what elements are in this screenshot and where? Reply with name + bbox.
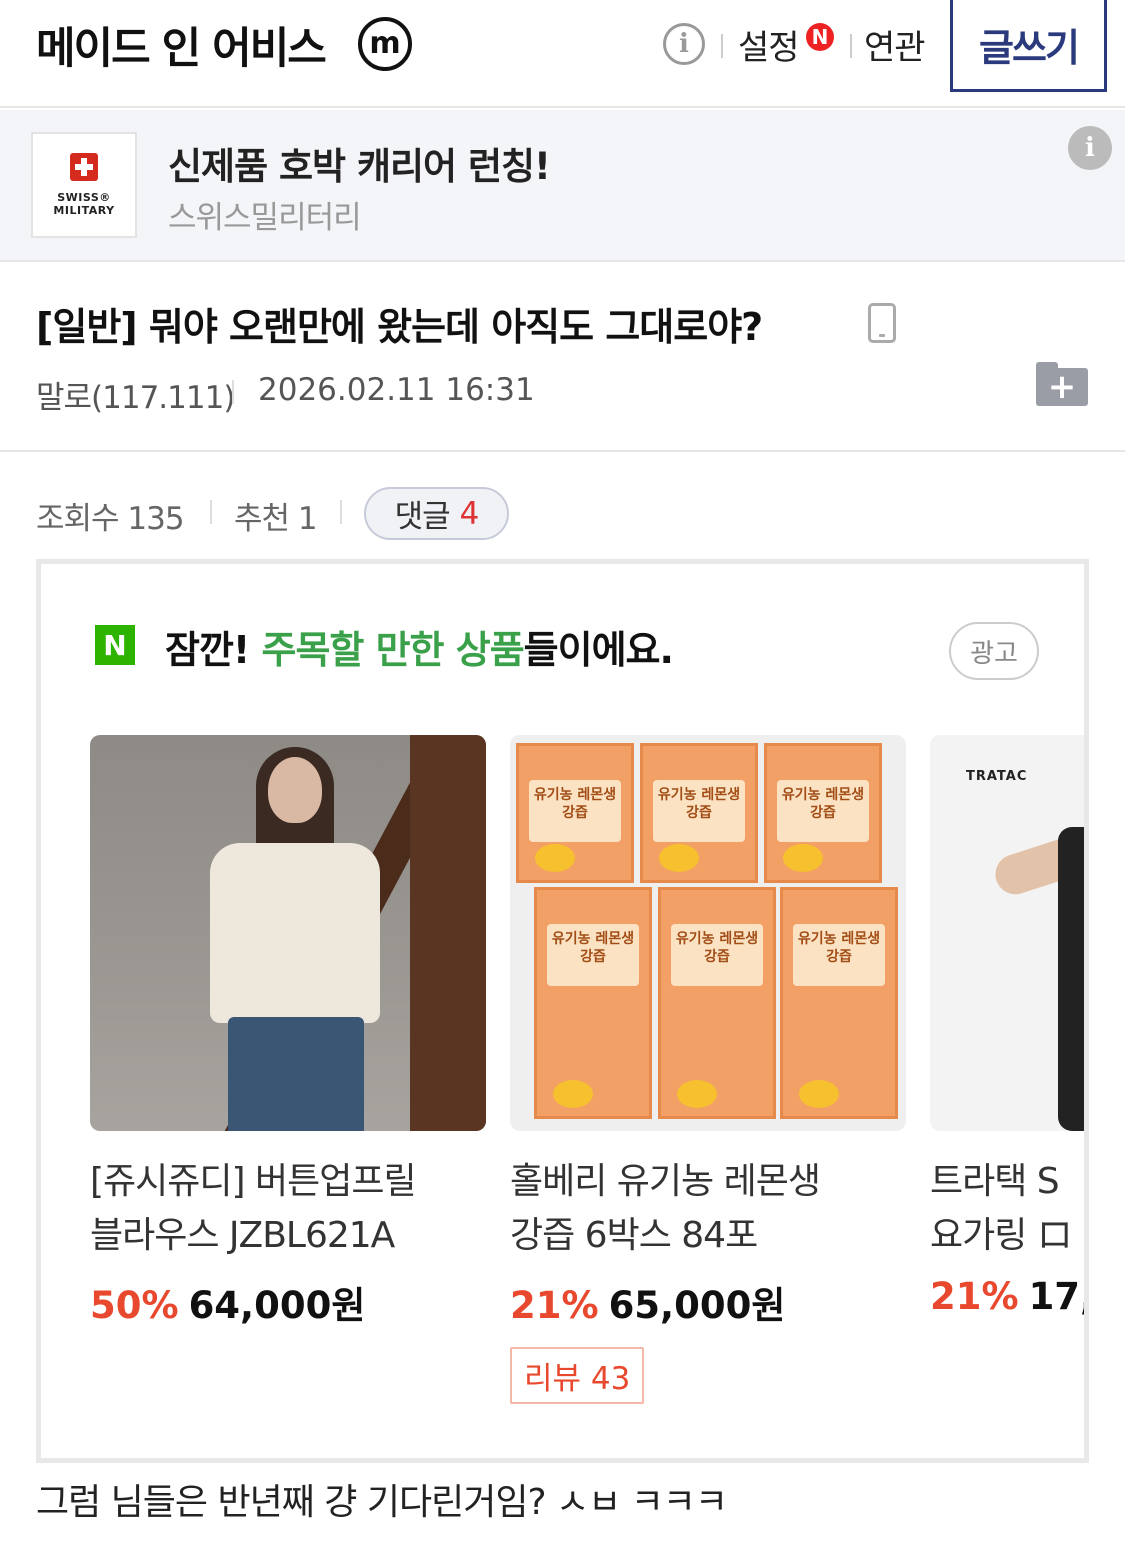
discount-rate: 50% xyxy=(90,1284,179,1327)
related-link[interactable]: 연관 xyxy=(864,20,926,69)
product-name-line1: 트라택 S xyxy=(930,1161,1060,1202)
juice-box: 유기농 레몬생강즙 xyxy=(658,887,776,1119)
promo-title-highlight: 주목할 만한 상품 xyxy=(261,628,524,672)
product-ad-box: N 잠깐! 주목할 만한 상품들이에요. 광고 [쥬시쥬디] 버튼업프릴 블라우… xyxy=(36,559,1089,1463)
product-price: 21% 17, xyxy=(930,1275,1089,1318)
price-value: 17, xyxy=(1028,1275,1089,1318)
gallery-header: 메이드 인 어비스 m i 설정 N 연관 글쓰기 xyxy=(0,0,1125,108)
discount-rate: 21% xyxy=(510,1284,599,1327)
product-name-line2: 요가링 ロ xyxy=(930,1215,1073,1256)
post-title: [일반] 뭐야 오랜만에 왔는데 아직도 그대로야? xyxy=(36,305,763,349)
brand-logo[interactable]: SWISS® MILITARY xyxy=(31,132,137,238)
logo-text-line2: MILITARY xyxy=(53,204,115,217)
lemon-shape xyxy=(799,1080,839,1108)
naver-logo-icon: N xyxy=(95,625,135,665)
post-date: 2026.02.11 16:31 xyxy=(258,372,535,408)
header-separator xyxy=(850,34,852,58)
meta-separator xyxy=(232,380,234,404)
box-label: 유기농 레몬생강즙 xyxy=(547,924,639,986)
box-label: 유기농 레몬생강즙 xyxy=(777,780,869,842)
product-name: 트라택 S 요가링 ロ xyxy=(930,1155,1084,1263)
box-label: 유기농 레몬생강즙 xyxy=(793,924,885,986)
ad-badge[interactable]: 광고 xyxy=(949,622,1039,680)
product-card[interactable]: [쥬시쥬디] 버튼업프릴 블라우스 JZBL621A 50% 64,000원 xyxy=(90,735,486,1329)
comments-count: 4 xyxy=(459,495,480,532)
ad-info-icon[interactable]: i xyxy=(1068,126,1112,170)
product-card[interactable]: TRATAC 트라택 S 요가링 ロ 21% 17, xyxy=(930,735,1089,1318)
ad-advertiser: 스위스밀리터리 xyxy=(168,200,362,236)
wood-panel-decoration xyxy=(410,735,486,1131)
model-face xyxy=(268,757,322,823)
product-name-line2: 강즙 6박스 84포 xyxy=(510,1215,758,1256)
review-count-tag: 리뷰 43 xyxy=(510,1347,645,1404)
lemon-shape xyxy=(553,1080,593,1108)
product-name-line1: 홀베리 유기농 레몬생 xyxy=(510,1161,821,1202)
mobile-icon xyxy=(868,303,896,343)
discount-rate: 21% xyxy=(930,1275,1019,1318)
product-name: 홀베리 유기농 레몬생 강즙 6박스 84포 xyxy=(510,1155,906,1263)
lemon-shape xyxy=(535,844,575,872)
product-name: [쥬시쥬디] 버튼업프릴 블라우스 JZBL621A xyxy=(90,1155,486,1263)
juice-box: 유기농 레몬생강즙 xyxy=(640,743,758,883)
gallery-title[interactable]: 메이드 인 어비스 xyxy=(36,14,327,76)
model-torso xyxy=(1058,827,1084,1131)
promo-title-prefix: 잠깐! xyxy=(165,628,262,672)
price-value: 64,000원 xyxy=(188,1284,366,1327)
add-folder-button[interactable]: + xyxy=(1036,362,1088,406)
box-label: 유기농 레몬생강즙 xyxy=(653,780,745,842)
write-button[interactable]: 글쓰기 xyxy=(950,0,1107,92)
promo-title-suffix: 들이에요. xyxy=(523,628,674,672)
post-author[interactable]: 말로(117.111) xyxy=(36,372,235,417)
view-count: 조회수 135 xyxy=(36,501,185,537)
blouse-shape xyxy=(210,843,380,1023)
lemon-shape xyxy=(659,844,699,872)
product-name-line2: 블라우스 JZBL621A xyxy=(90,1215,395,1256)
product-image[interactable]: TRATAC xyxy=(930,735,1084,1131)
swiss-cross-icon xyxy=(70,153,98,181)
folder-plus-icon: + xyxy=(1036,368,1088,406)
lemon-shape xyxy=(677,1080,717,1108)
jeans-shape xyxy=(228,1017,364,1131)
product-price: 21% 65,000원 xyxy=(510,1275,906,1329)
lemon-shape xyxy=(783,844,823,872)
ad-title[interactable]: 신제품 호박 캐리어 런칭! xyxy=(168,136,551,190)
stat-separator xyxy=(340,500,342,524)
juice-box: 유기농 레몬생강즙 xyxy=(516,743,634,883)
divider xyxy=(0,450,1125,452)
price-value: 65,000원 xyxy=(608,1284,786,1327)
header-separator xyxy=(721,34,723,58)
comments-button[interactable]: 댓글 4 xyxy=(364,487,509,540)
product-image[interactable]: 유기농 레몬생강즙 유기농 레몬생강즙 유기농 레몬생강즙 유기농 레몬생강즙 … xyxy=(510,735,906,1131)
logo-text-line1: SWISS® xyxy=(57,191,111,204)
product-name-line1: [쥬시쥬디] 버튼업프릴 xyxy=(90,1161,417,1202)
juice-box: 유기농 레몬생강즙 xyxy=(764,743,882,883)
promo-title: 잠깐! 주목할 만한 상품들이에요. xyxy=(165,619,674,674)
tratac-logo: TRATAC xyxy=(966,769,1028,784)
product-card[interactable]: 유기농 레몬생강즙 유기농 레몬생강즙 유기농 레몬생강즙 유기농 레몬생강즙 … xyxy=(510,735,906,1404)
juice-box: 유기농 레몬생강즙 xyxy=(534,887,652,1119)
juice-box: 유기농 레몬생강즙 xyxy=(780,887,898,1119)
box-label: 유기농 레몬생강즙 xyxy=(671,924,763,986)
comments-label: 댓글 xyxy=(394,499,451,535)
ad-banner[interactable]: SWISS® MILITARY 신제품 호박 캐리어 런칭! 스위스밀리터리 i xyxy=(0,110,1125,262)
recommend-count: 추천 1 xyxy=(234,501,318,537)
stat-separator xyxy=(210,500,212,524)
product-image[interactable] xyxy=(90,735,486,1131)
info-icon[interactable]: i xyxy=(663,23,705,65)
product-price: 50% 64,000원 xyxy=(90,1275,486,1329)
box-label: 유기농 레몬생강즙 xyxy=(529,780,621,842)
minor-gallery-icon: m xyxy=(358,17,412,71)
post-body-text: 그럼 님들은 반년째 걍 기다린거임? ㅅㅂ ㅋㅋㅋ xyxy=(36,1482,728,1523)
new-badge: N xyxy=(806,23,834,51)
settings-link[interactable]: 설정 xyxy=(738,20,800,69)
